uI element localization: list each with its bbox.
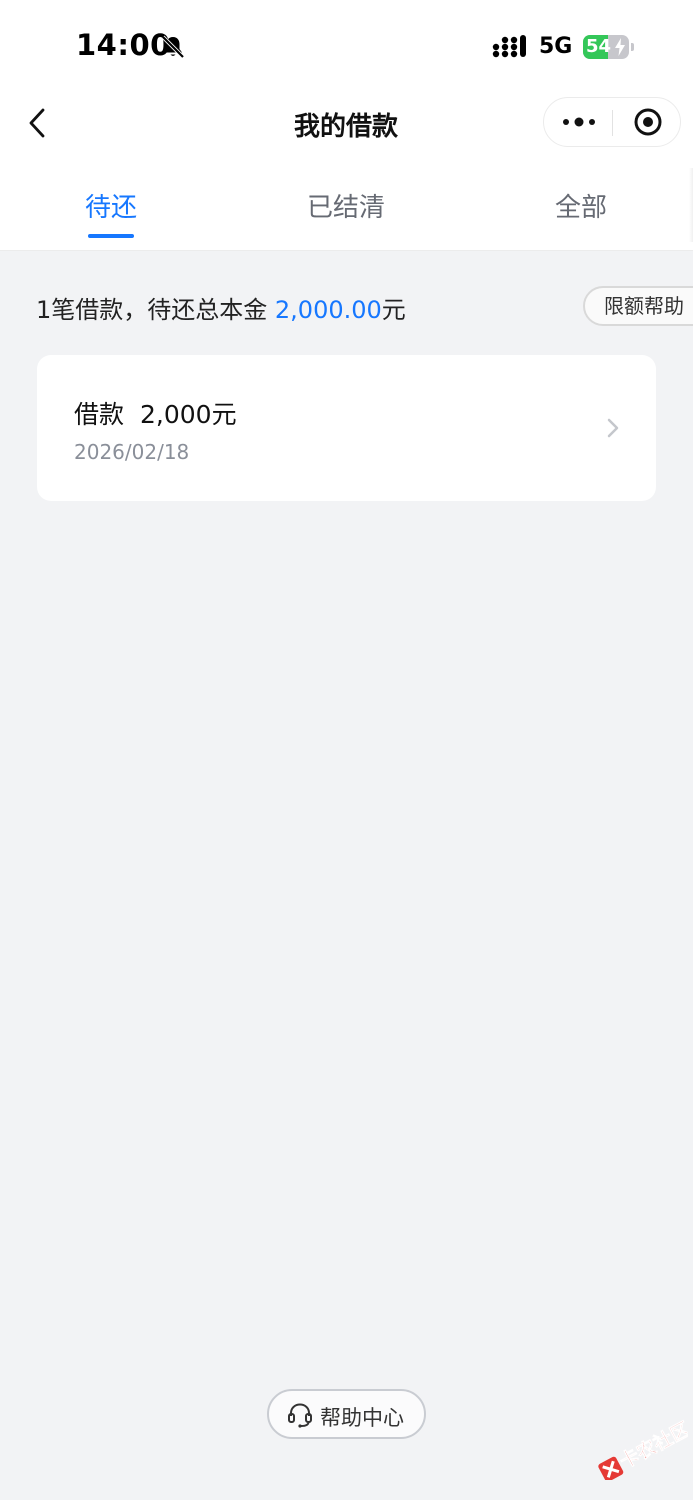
back-button[interactable] (20, 104, 54, 142)
tab-edge-shadow (689, 168, 693, 242)
chevron-right-icon (607, 418, 619, 438)
capsule-divider (612, 110, 613, 136)
miniprogram-capsule (543, 97, 681, 147)
more-dots-icon (563, 117, 595, 127)
battery-indicator: 54 (583, 35, 629, 59)
header-area: 14:00 5G 54 我的借款 待还 已结清 全部 (0, 0, 693, 251)
network-label: 5G (539, 34, 573, 59)
signal-icon (492, 35, 526, 58)
help-center-label: 帮助中心 (320, 1406, 404, 1430)
battery-cap (631, 43, 634, 51)
page-title: 我的借款 (293, 112, 398, 142)
chevron-left-icon (29, 108, 45, 138)
close-miniprogram-button[interactable] (624, 104, 672, 140)
loan-amount: 2,000元 (140, 400, 237, 429)
help-center-button[interactable]: 帮助中心 (267, 1389, 426, 1439)
summary-suffix: 元 (381, 296, 406, 324)
bell-muted-icon (161, 35, 185, 59)
loan-date: 2026/02/18 (74, 440, 190, 464)
status-time: 14:00 (76, 28, 171, 62)
quota-help-button[interactable]: 限额帮助 (583, 286, 693, 326)
loan-summary: 1笔借款，待还总本金 2,000.00元 (36, 290, 406, 325)
charging-bolt-icon (615, 38, 625, 56)
tab-all[interactable]: 全部 (501, 187, 661, 224)
headset-icon (288, 1403, 312, 1428)
watermark-text: 卡农社区 (616, 1417, 688, 1473)
summary-prefix: 1笔借款，待还总本金 (36, 296, 275, 324)
loan-label: 借款 (74, 400, 125, 429)
summary-amount: 2,000.00 (274, 296, 382, 324)
target-circle-icon (634, 108, 662, 136)
tab-settled[interactable]: 已结清 (266, 187, 426, 224)
watermark-logo: 卡农社区 (598, 1417, 688, 1480)
loan-title: 借款 2,000元 (74, 395, 237, 431)
loan-card[interactable]: 借款 2,000元 2026/02/18 (37, 355, 656, 501)
battery-level: 54 (586, 36, 612, 57)
more-button[interactable] (554, 104, 604, 140)
active-tab-indicator (88, 234, 134, 238)
tab-pending[interactable]: 待还 (31, 187, 191, 224)
